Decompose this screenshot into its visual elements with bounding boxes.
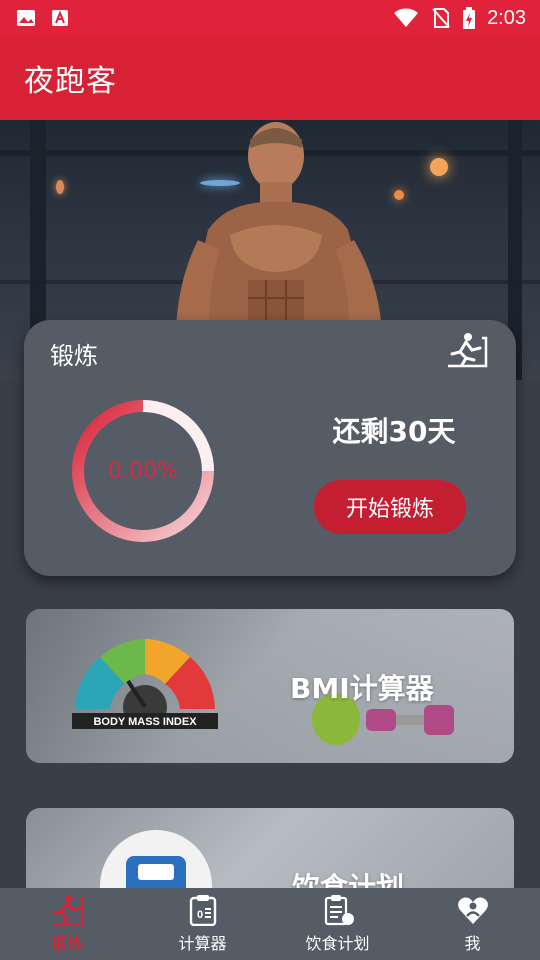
svg-text:0: 0 [197,909,203,921]
nav-tab-me[interactable]: 我 [405,888,540,960]
progress-percent: 0.00% [108,458,178,484]
no-sim-icon [431,8,451,28]
nav-label-me: 我 [464,934,481,953]
bmi-calculator-card[interactable]: BODY MASS INDEX BMI计算器 [26,609,514,763]
nav-label-calculator: 计算器 [178,934,227,953]
calculator-icon: 0 [189,895,216,926]
athlete-photo [176,122,382,330]
bmi-card-label: BMI计算器 [290,672,434,705]
nav-tab-calculator[interactable]: 0 计算器 [135,888,270,960]
nav-label-diet-plan: 饮食计划 [305,934,370,953]
bmi-badge-text: BODY MASS INDEX [93,716,197,728]
nav-tab-diet-plan[interactable]: 饮食计划 [270,888,405,960]
app-bar: 夜跑客 [0,36,540,120]
app-title: 夜跑客 [24,64,117,99]
exercise-card-title: 锻炼 [50,342,98,370]
battery-icon [463,7,476,29]
image-icon [16,9,36,27]
treadmill-runner-icon [448,333,488,368]
start-exercise-button[interactable]: 开始锻炼 [314,480,466,534]
nav-label-exercise: 锻炼 [51,934,84,953]
clock: 2:03 [487,6,526,29]
wifi-icon [393,8,419,27]
status-bar: 2:03 [0,0,540,36]
profile-heart-icon [457,897,488,924]
bottom-navigation: 锻炼 0 计算器 饮食计划 我 [0,888,540,960]
text-icon [50,9,70,27]
bmi-gauge-image: BODY MASS INDEX [72,639,218,729]
days-left-text: 还剩30天 [332,415,456,448]
exercise-card: 锻炼 0.00% 还剩30天 开始锻炼 [24,320,516,576]
runner-icon [52,895,83,926]
diet-plan-icon [324,895,354,926]
nav-tab-exercise[interactable]: 锻炼 [0,888,135,960]
